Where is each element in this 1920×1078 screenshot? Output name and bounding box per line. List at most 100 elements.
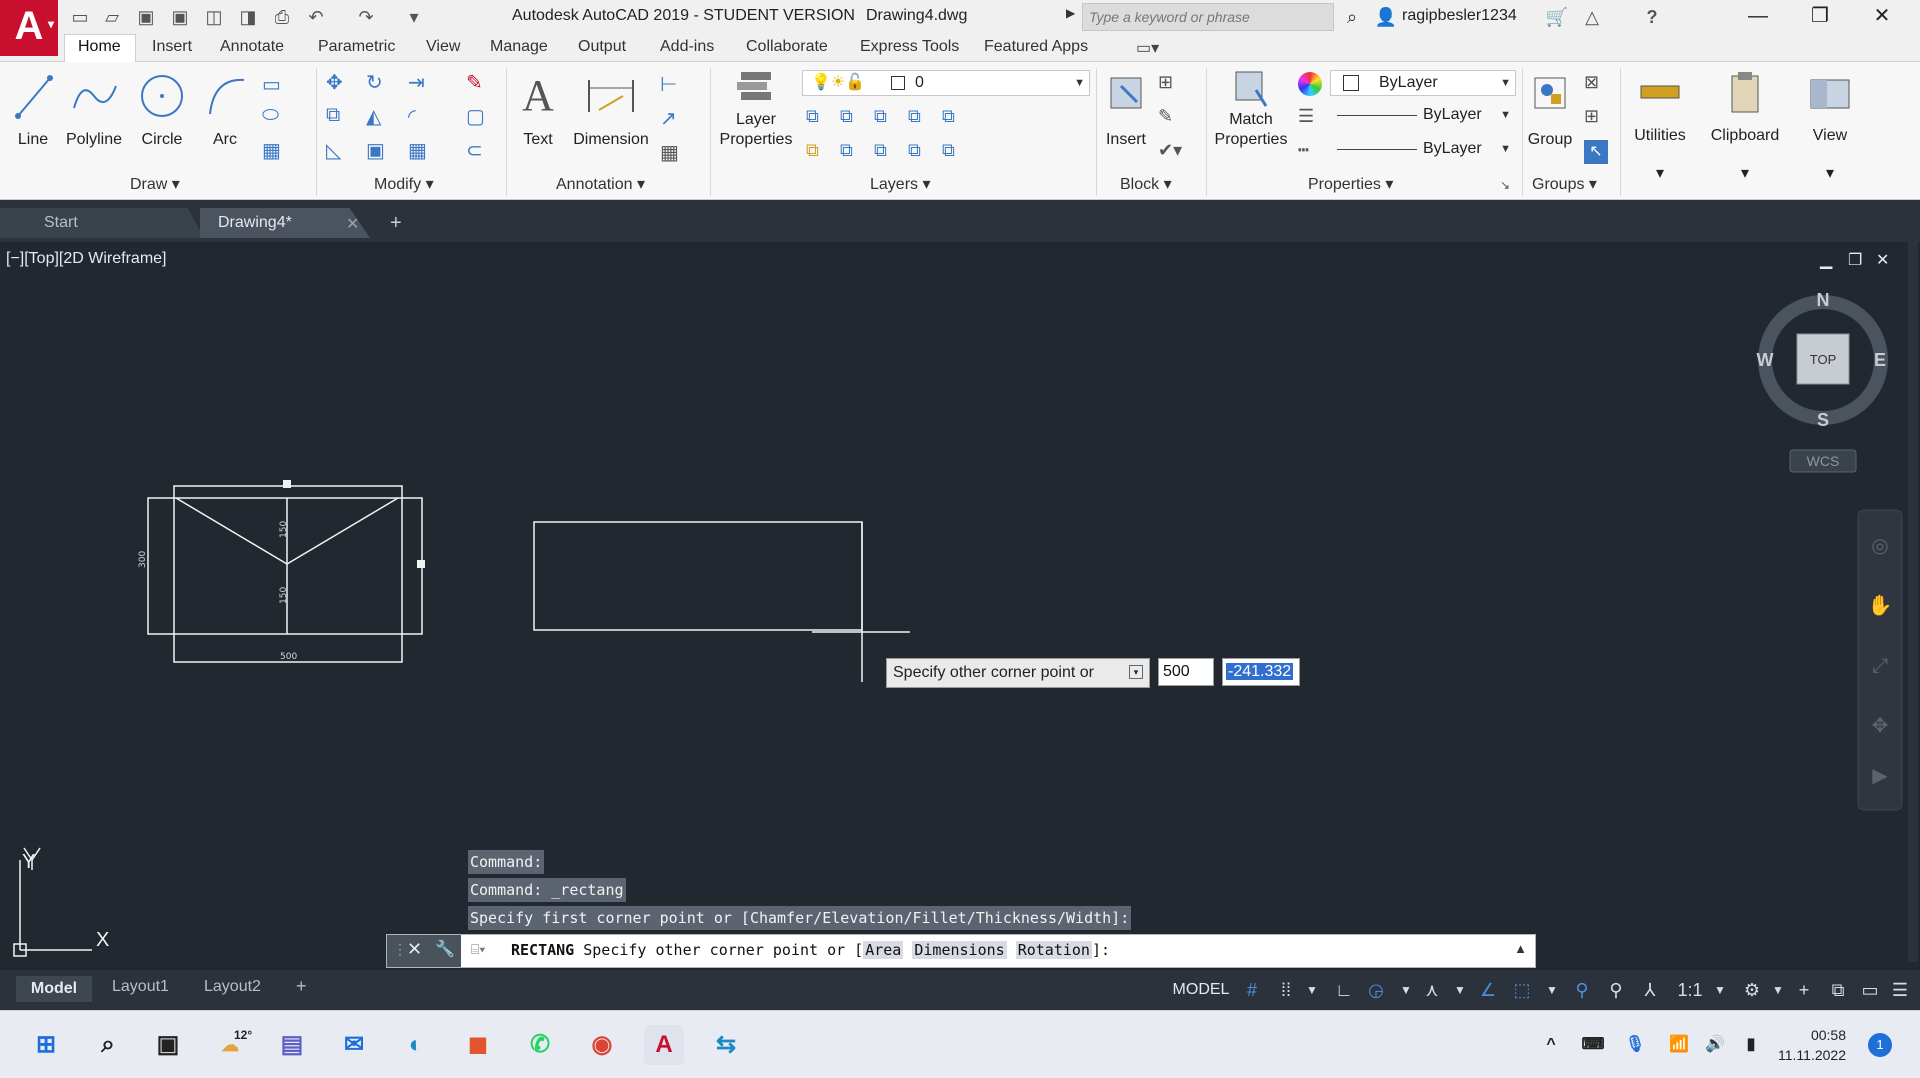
color-wheel-icon[interactable] bbox=[1298, 72, 1322, 96]
tab-express-tools[interactable]: Express Tools bbox=[860, 38, 959, 56]
text-button[interactable]: A Text bbox=[516, 66, 560, 150]
group-button[interactable]: Group bbox=[1524, 66, 1576, 150]
save-web-icon[interactable]: ◨ bbox=[236, 5, 260, 29]
arc-button[interactable]: Arc bbox=[200, 66, 250, 150]
circle-button[interactable]: Circle bbox=[134, 66, 190, 150]
layer-tool-8-icon[interactable]: ⧉ bbox=[874, 140, 898, 164]
command-line[interactable]: ⋮ ✕ 🔧 ⌸▾ RECTANG Specify other corner po… bbox=[386, 934, 1536, 968]
restore-button[interactable]: ❐ bbox=[1790, 0, 1850, 34]
layout-tab-model[interactable]: Model bbox=[16, 976, 92, 1002]
view-panel-button[interactable]: View ▾ bbox=[1794, 66, 1866, 184]
system-clock[interactable]: 00:58 11.11.2022 bbox=[1778, 1025, 1846, 1065]
scale-icon[interactable]: ▣ bbox=[366, 138, 390, 162]
isolate-objects-icon[interactable]: ⧉ bbox=[1826, 978, 1850, 1002]
autocad-taskbar-icon[interactable]: A bbox=[644, 1025, 684, 1065]
layout-tab-layout1[interactable]: Layout1 bbox=[112, 978, 169, 996]
annotation-scale-icon[interactable]: ⅄ bbox=[1638, 978, 1662, 1002]
rotate-icon[interactable]: ↻ bbox=[366, 70, 390, 94]
snap-icon[interactable]: ⁞⁞ bbox=[1274, 978, 1298, 1002]
task-view-icon[interactable]: ▣ bbox=[148, 1025, 188, 1065]
customize-icon[interactable]: 🔧 bbox=[435, 939, 455, 959]
tab-insert[interactable]: Insert bbox=[152, 38, 192, 56]
erase-icon[interactable]: ✎ bbox=[466, 70, 490, 94]
layer-tool-6-icon[interactable]: ⧉ bbox=[806, 140, 830, 164]
line-button[interactable]: Line bbox=[10, 66, 56, 150]
group-edit-icon[interactable]: ⊞ bbox=[1584, 106, 1608, 130]
insert-block-button[interactable]: Insert bbox=[1100, 66, 1152, 150]
close-icon[interactable]: ✕ bbox=[407, 939, 422, 960]
stretch-icon[interactable]: ◺ bbox=[326, 138, 350, 162]
ellipse-icon[interactable]: ⬭ bbox=[262, 104, 286, 128]
draw-panel-label[interactable]: Draw ▾ bbox=[130, 174, 180, 194]
chrome-icon[interactable]: ◉ bbox=[582, 1025, 622, 1065]
office-icon[interactable]: ◼ bbox=[458, 1025, 498, 1065]
windows-start-icon[interactable]: ⊞ bbox=[26, 1025, 66, 1065]
grid-icon[interactable]: # bbox=[1240, 978, 1264, 1002]
recent-commands-icon[interactable]: ⌸▾ bbox=[471, 941, 485, 958]
layout-tab-layout2[interactable]: Layout2 bbox=[204, 978, 261, 996]
new-icon[interactable]: ▭ bbox=[68, 5, 92, 29]
minimize-button[interactable]: — bbox=[1728, 0, 1788, 34]
table-icon[interactable]: ▦ bbox=[660, 140, 684, 164]
clipboard-button[interactable]: Clipboard ▾ bbox=[1706, 66, 1784, 184]
layer-tool-2-icon[interactable]: ⧉ bbox=[840, 106, 864, 130]
layer-tool-5-icon[interactable]: ⧉ bbox=[942, 106, 966, 130]
new-tab-button[interactable]: + bbox=[390, 212, 402, 235]
tab-view[interactable]: View bbox=[426, 38, 460, 56]
ribbon-options-icon[interactable]: ▭▾ bbox=[1136, 38, 1159, 58]
modify-panel-label[interactable]: Modify ▾ bbox=[374, 174, 434, 194]
binoculars-icon[interactable]: ⌕ bbox=[1340, 5, 1364, 29]
layer-tool-7-icon[interactable]: ⧉ bbox=[840, 140, 864, 164]
properties-panel-label[interactable]: Properties ▾ bbox=[1308, 174, 1393, 194]
battery-icon[interactable]: ▮ bbox=[1736, 1025, 1766, 1065]
option-dimensions[interactable]: Dimensions bbox=[912, 941, 1007, 959]
autodesk-a360-icon[interactable]: △ bbox=[1580, 5, 1604, 29]
notification-badge[interactable]: 1 bbox=[1868, 1033, 1892, 1057]
search-icon[interactable]: ⌕ bbox=[88, 1025, 128, 1065]
new-layout-button[interactable]: + bbox=[296, 976, 307, 997]
mail-icon[interactable]: ✉ bbox=[334, 1025, 374, 1065]
groups-panel-label[interactable]: Groups ▾ bbox=[1532, 174, 1597, 194]
rectangle-icon[interactable]: ▭ bbox=[262, 72, 286, 96]
copy-icon[interactable]: ⧉ bbox=[326, 104, 350, 128]
trim-icon[interactable]: ⇥ bbox=[408, 70, 432, 94]
match-properties-button[interactable]: Match Properties bbox=[1210, 66, 1292, 150]
help-icon[interactable]: ? bbox=[1640, 5, 1664, 29]
move-icon[interactable]: ✥ bbox=[326, 70, 350, 94]
tab-home[interactable]: Home bbox=[78, 38, 121, 56]
tab-collaborate[interactable]: Collaborate bbox=[746, 38, 828, 56]
chevron-down-icon[interactable]: ▼ bbox=[1708, 978, 1732, 1002]
array-icon[interactable]: ▦ bbox=[408, 138, 432, 162]
annotation-visibility-icon[interactable]: ⚲ bbox=[1570, 978, 1594, 1002]
attribute-icon[interactable]: ✔▾ bbox=[1158, 140, 1182, 164]
option-area[interactable]: Area bbox=[863, 941, 904, 959]
user-name[interactable]: ragipbesler1234 bbox=[1402, 7, 1517, 25]
lineweight-icon[interactable]: ☰ bbox=[1298, 106, 1322, 130]
scale-value[interactable]: 1:1 bbox=[1670, 978, 1710, 1002]
edge-icon[interactable]: ◐ bbox=[396, 1025, 436, 1065]
layer-tool-3-icon[interactable]: ⧉ bbox=[874, 106, 898, 130]
options-arrow-icon[interactable]: ▾ bbox=[1129, 665, 1143, 679]
command-prompt[interactable]: RECTANG Specify other corner point or [A… bbox=[511, 941, 1110, 959]
object-snap-icon[interactable]: ⬚ bbox=[1510, 978, 1534, 1002]
clean-screen-icon[interactable]: ▭ bbox=[1858, 978, 1882, 1002]
user-icon[interactable]: 👤 bbox=[1374, 5, 1398, 29]
tab-output[interactable]: Output bbox=[578, 38, 626, 56]
chevron-down-icon[interactable]: ▼ bbox=[1766, 978, 1790, 1002]
utilities-button[interactable]: Utilities ▾ bbox=[1624, 66, 1696, 184]
auto-scale-icon[interactable]: ⚲ bbox=[1604, 978, 1628, 1002]
chevron-down-icon[interactable]: ▼ bbox=[1448, 978, 1472, 1002]
plot-icon[interactable]: ⎙ bbox=[270, 5, 294, 29]
undo-icon[interactable]: ↶ bbox=[304, 5, 328, 29]
linear-dim-icon[interactable]: ⊢ bbox=[660, 72, 684, 96]
tab-featured-apps[interactable]: Featured Apps bbox=[984, 38, 1088, 56]
tab-parametric[interactable]: Parametric bbox=[318, 38, 395, 56]
isodraft-icon[interactable]: ⋏ bbox=[1420, 978, 1444, 1002]
properties-launcher-icon[interactable]: ↘ bbox=[1500, 178, 1510, 192]
fillet-icon[interactable]: ◜ bbox=[408, 104, 432, 128]
mirror-icon[interactable]: ◭ bbox=[366, 104, 390, 128]
layer-tool-9-icon[interactable]: ⧉ bbox=[908, 140, 932, 164]
ortho-icon[interactable]: ∟ bbox=[1332, 978, 1356, 1002]
wifi-icon[interactable]: 📶 bbox=[1664, 1025, 1694, 1065]
create-block-icon[interactable]: ⊞ bbox=[1158, 72, 1182, 96]
